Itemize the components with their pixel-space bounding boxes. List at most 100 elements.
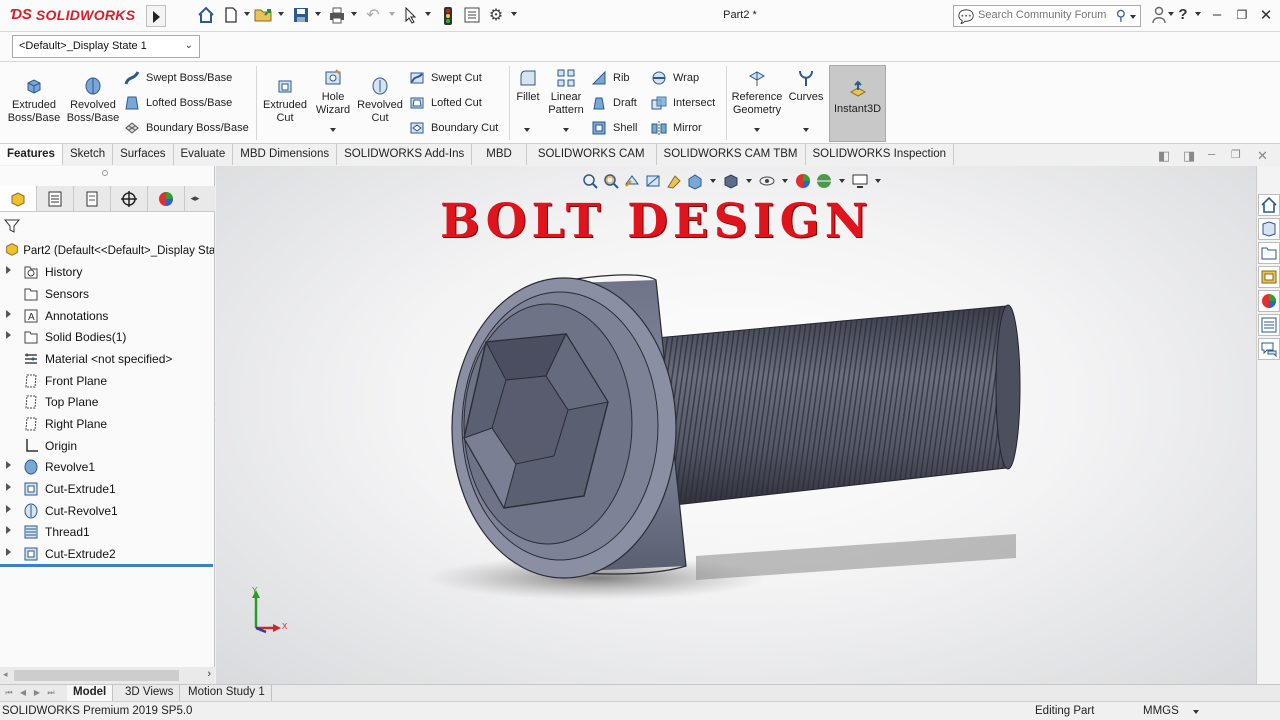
options-gear-icon[interactable]: ⚙ — [486, 6, 506, 26]
tree-item-revolve1[interactable]: Revolve1 — [0, 457, 213, 478]
tab-solidworks-add-ins[interactable]: SOLIDWORKS Add-Ins — [337, 144, 473, 165]
units-selector[interactable]: MMGS — [1143, 705, 1179, 717]
fillet-dropdown-icon[interactable] — [524, 128, 530, 132]
units-dropdown-icon[interactable] — [1193, 710, 1199, 714]
display-manager-tab[interactable] — [148, 186, 185, 211]
tab-mbd-dimensions[interactable]: MBD Dimensions — [233, 144, 338, 165]
open-dropdown-icon[interactable] — [278, 12, 284, 16]
tree-item-solid-bodies[interactable]: Solid Bodies(1) — [0, 327, 213, 348]
revolved-boss-button[interactable]: Revolved Boss/Base — [66, 76, 120, 125]
hole-wizard-button[interactable]: Hole Wizard — [312, 68, 354, 117]
section-view-icon[interactable] — [644, 172, 662, 190]
dimxpert-manager-tab[interactable] — [111, 186, 148, 211]
expand-arrow-icon[interactable] — [6, 266, 11, 274]
scrollbar-thumb[interactable] — [14, 670, 179, 681]
expand-arrow-icon[interactable] — [6, 548, 11, 556]
tab-scroll-arrows[interactable]: ◂▸ — [185, 186, 205, 211]
mirror-button[interactable]: Mirror — [651, 118, 702, 138]
new-dropdown-icon[interactable] — [244, 12, 250, 16]
tree-item-cut-extrude1[interactable]: Cut-Extrude1 — [0, 479, 213, 500]
select-dropdown-icon[interactable] — [425, 12, 431, 16]
curves-button[interactable]: Curves — [788, 68, 824, 104]
tab-sketch[interactable]: Sketch — [63, 144, 114, 165]
instant3d-button[interactable]: Instant3D — [829, 65, 886, 142]
edit-appearance-icon[interactable] — [794, 172, 812, 190]
save-dropdown-icon[interactable] — [315, 12, 321, 16]
design-library-icon[interactable] — [1258, 218, 1280, 240]
expand-arrow-icon[interactable] — [6, 331, 11, 339]
configuration-manager-tab[interactable] — [74, 186, 111, 211]
zoom-to-area-icon[interactable] — [602, 172, 620, 190]
tab-solidworks-cam-tbm[interactable]: SOLIDWORKS CAM TBM — [657, 144, 806, 165]
tab-3d-views[interactable]: 3D Views — [119, 685, 181, 701]
rollback-bar[interactable] — [0, 564, 213, 567]
search-dropdown-icon[interactable] — [1130, 15, 1136, 19]
file-properties-icon[interactable] — [462, 6, 482, 26]
zoom-to-fit-icon[interactable] — [581, 172, 599, 190]
next-tab-icon[interactable]: ▶ — [32, 688, 42, 698]
tree-item-top-plane[interactable]: Top Plane — [0, 392, 213, 413]
search-icon[interactable]: ⚲ — [1116, 7, 1126, 24]
tab-solidworks-cam[interactable]: SOLIDWORKS CAM — [527, 144, 657, 165]
tree-item-history[interactable]: History — [0, 262, 213, 283]
rebuild-traffic-light-icon[interactable] — [438, 6, 458, 26]
options-dropdown-icon[interactable] — [511, 12, 517, 16]
previous-view-icon[interactable] — [623, 172, 641, 190]
help-dropdown-icon[interactable] — [1195, 12, 1201, 16]
undo-dropdown-icon[interactable] — [389, 12, 395, 16]
shell-button[interactable]: Shell — [591, 118, 637, 138]
tree-item-front-plane[interactable]: Front Plane — [0, 371, 213, 392]
tab-features[interactable]: Features — [0, 144, 63, 165]
view-settings-icon[interactable] — [851, 172, 869, 190]
display-style-dropdown-icon[interactable] — [746, 179, 752, 183]
save-icon[interactable] — [291, 6, 311, 26]
viewport-close-icon[interactable]: ✕ — [1257, 148, 1268, 164]
dynamic-annotation-icon[interactable] — [665, 172, 683, 190]
viewport-restore-icon[interactable]: ❐ — [1231, 148, 1241, 161]
wrap-button[interactable]: Wrap — [651, 68, 699, 88]
expand-arrow-icon[interactable] — [6, 526, 11, 534]
swept-cut-button[interactable]: Swept Cut — [409, 68, 482, 88]
select-cursor-icon[interactable] — [401, 6, 421, 26]
search-input[interactable] — [978, 9, 1114, 21]
tree-item-material[interactable]: Material <not specified> — [0, 349, 213, 370]
tab-evaluate[interactable]: Evaluate — [174, 144, 234, 165]
reference-geometry-dropdown-icon[interactable] — [754, 128, 760, 132]
viewport-minimize-icon[interactable]: – — [1208, 146, 1215, 161]
tree-item-cut-revolve1[interactable]: Cut-Revolve1 — [0, 501, 213, 522]
next-view-icon[interactable]: ◨ — [1183, 148, 1195, 164]
extruded-boss-button[interactable]: Extruded Boss/Base — [6, 76, 62, 125]
tab-mbd[interactable]: MBD — [472, 144, 527, 165]
expand-arrow-icon[interactable] — [6, 310, 11, 318]
view-settings-dropdown-icon[interactable] — [875, 179, 881, 183]
linear-pattern-button[interactable]: Linear Pattern — [546, 68, 586, 117]
intersect-button[interactable]: Intersect — [651, 93, 715, 113]
tab-solidworks-inspection[interactable]: SOLIDWORKS Inspection — [806, 144, 955, 165]
solidworks-resources-icon[interactable] — [1258, 194, 1280, 216]
tree-item-annotations[interactable]: A Annotations — [0, 306, 213, 327]
pattern-dropdown-icon[interactable] — [563, 128, 569, 132]
extruded-cut-button[interactable]: Extruded Cut — [259, 76, 311, 125]
expand-arrow-icon[interactable] — [6, 461, 11, 469]
scroll-right-icon[interactable]: › — [207, 668, 211, 680]
view-orientation-icon[interactable] — [686, 172, 704, 190]
apply-scene-icon[interactable] — [815, 172, 833, 190]
tab-model[interactable]: Model — [67, 685, 114, 701]
tree-item-right-plane[interactable]: Right Plane — [0, 414, 213, 435]
swept-boss-button[interactable]: Swept Boss/Base — [124, 68, 232, 88]
filter-icon[interactable] — [3, 218, 21, 237]
fillet-button[interactable]: Fillet — [513, 68, 543, 104]
home-icon[interactable] — [196, 6, 216, 26]
search-box[interactable]: 💬 ⚲ — [953, 5, 1141, 27]
property-manager-tab[interactable] — [37, 186, 74, 211]
restore-icon[interactable]: ❐ — [1233, 8, 1251, 22]
user-icon[interactable] — [1150, 6, 1168, 28]
previous-view-icon[interactable]: ◧ — [1158, 148, 1170, 164]
revolved-cut-button[interactable]: Revolved Cut — [356, 76, 404, 125]
forum-icon[interactable] — [1258, 338, 1280, 360]
close-icon[interactable]: ✕ — [1257, 6, 1275, 24]
lofted-boss-button[interactable]: Lofted Boss/Base — [124, 93, 232, 113]
draft-button[interactable]: Draft — [591, 93, 637, 113]
print-icon[interactable] — [327, 6, 347, 26]
lofted-cut-button[interactable]: Lofted Cut — [409, 93, 482, 113]
